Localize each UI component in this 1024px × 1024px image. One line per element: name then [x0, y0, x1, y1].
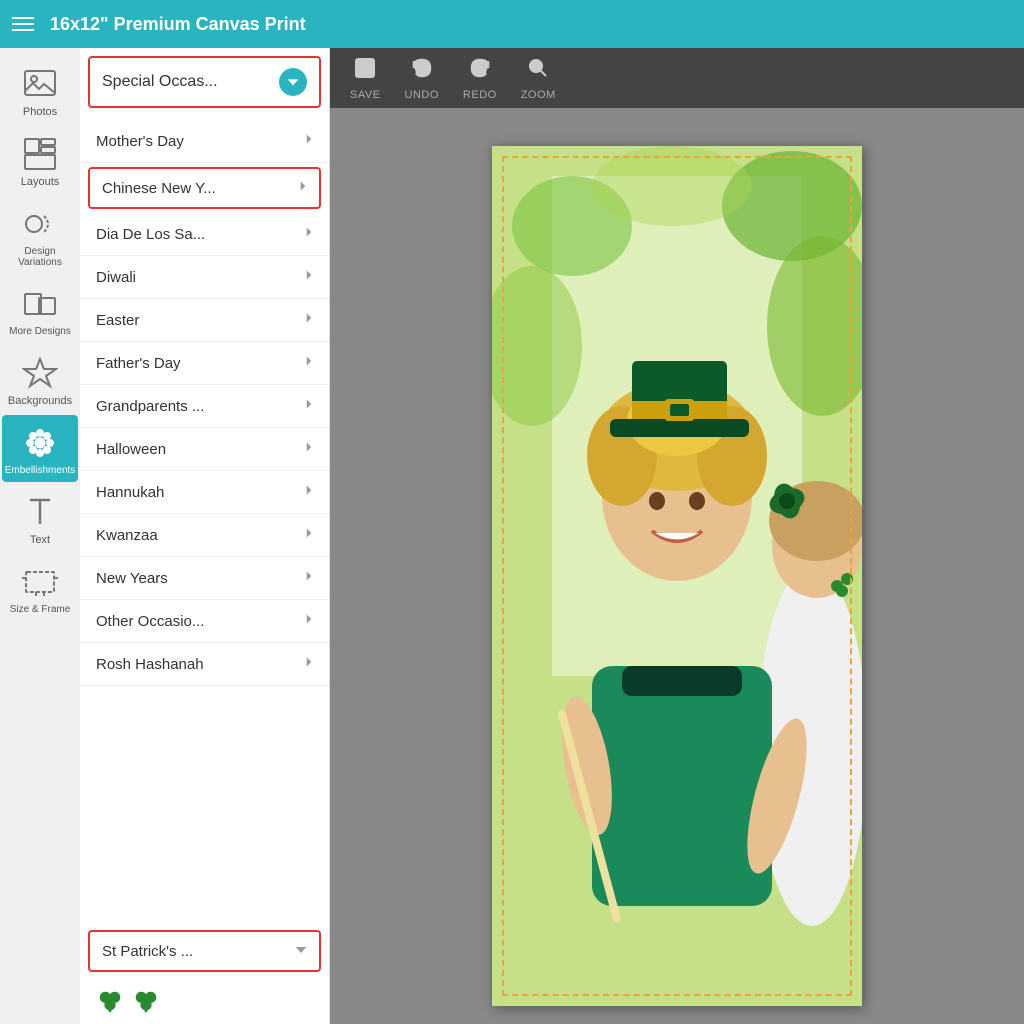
list-item-text: Dia De Los Sa...	[96, 226, 305, 243]
sidebar-item-photos[interactable]: Photos	[2, 56, 78, 124]
chevron-right-icon	[305, 526, 313, 544]
panel-bottom-item[interactable]: St Patrick's ...	[88, 930, 321, 972]
content-area: SAVE UNDO REDO	[330, 48, 1024, 1024]
list-item-other-occasio[interactable]: Other Occasio...	[80, 600, 329, 643]
sidebar-item-design-label: Design Variations	[6, 246, 74, 268]
sidebar-item-layouts-label: Layouts	[21, 176, 60, 188]
chevron-right-icon	[305, 354, 313, 372]
sidebar-item-design-variations[interactable]: Design Variations	[2, 196, 78, 274]
undo-button[interactable]: UNDO	[405, 56, 439, 101]
topbar: 16x12" Premium Canvas Print	[0, 0, 1024, 48]
category-panel: Special Occas... Mother's Day Chinese Ne…	[80, 48, 330, 1024]
chevron-right-icon	[305, 655, 313, 673]
chevron-right-icon	[305, 268, 313, 286]
chevron-right-icon	[305, 569, 313, 587]
chevron-right-icon	[305, 483, 313, 501]
list-item-text: Mother's Day	[96, 133, 305, 150]
embellishments-icon	[22, 425, 58, 461]
chevron-right-icon	[299, 179, 307, 197]
sidebar-item-size-frame[interactable]: Size & Frame	[2, 554, 78, 621]
list-item-fathers-day[interactable]: Father's Day	[80, 342, 329, 385]
design-icon	[22, 206, 58, 242]
zoom-icon	[526, 56, 550, 85]
sidebar-item-embellishments[interactable]: Embellishments	[2, 415, 78, 482]
chevron-right-icon	[305, 311, 313, 329]
shamrock-icon	[96, 988, 124, 1016]
list-item-halloween[interactable]: Halloween	[80, 428, 329, 471]
chevron-right-icon	[305, 225, 313, 243]
list-item-kwanzaa[interactable]: Kwanzaa	[80, 514, 329, 557]
sidebar-item-layouts[interactable]: Layouts	[2, 126, 78, 194]
sidebar-icons: Photos Layouts Design Variations	[0, 48, 80, 1024]
sidebar-item-photos-label: Photos	[23, 106, 57, 118]
more-designs-icon	[22, 286, 58, 322]
page-title: 16x12" Premium Canvas Print	[50, 14, 306, 35]
main-layout: Photos Layouts Design Variations	[0, 48, 1024, 1024]
list-item-mothers-day[interactable]: Mother's Day	[80, 120, 329, 163]
sidebar-item-embellishments-label: Embellishments	[5, 465, 76, 476]
list-item-text: New Years	[96, 570, 305, 587]
list-item-text: Easter	[96, 312, 305, 329]
list-item-new-years[interactable]: New Years	[80, 557, 329, 600]
zoom-label: ZOOM	[521, 89, 556, 101]
sidebar-item-more-designs[interactable]: More Designs	[2, 276, 78, 343]
undo-icon	[410, 56, 434, 85]
panel-bottom-text: St Patrick's ...	[102, 943, 295, 960]
panel-list: Mother's Day Chinese New Y... Dia De Los…	[80, 116, 329, 922]
chevron-right-icon	[305, 397, 313, 415]
redo-button[interactable]: REDO	[463, 56, 497, 101]
zoom-button[interactable]: ZOOM	[521, 56, 556, 101]
canvas-area	[330, 108, 1024, 1024]
toolbar: SAVE UNDO REDO	[330, 48, 1024, 108]
layouts-icon	[22, 136, 58, 172]
list-item-text: Kwanzaa	[96, 527, 305, 544]
background-svg	[492, 146, 862, 1006]
redo-label: REDO	[463, 89, 497, 101]
list-item-text: Other Occasio...	[96, 613, 305, 630]
save-label: SAVE	[350, 89, 381, 101]
chevron-right-icon	[305, 132, 313, 150]
list-item-text: Halloween	[96, 441, 305, 458]
hamburger-menu[interactable]	[12, 17, 34, 31]
sidebar-item-text-label: Text	[30, 534, 50, 546]
list-item-text: Grandparents ...	[96, 398, 305, 415]
list-item-diwali[interactable]: Diwali	[80, 256, 329, 299]
photo-icon	[22, 66, 58, 102]
list-item-dia-de-los[interactable]: Dia De Los Sa...	[80, 213, 329, 256]
list-item-text: Father's Day	[96, 355, 305, 372]
chevron-right-icon	[305, 612, 313, 630]
redo-icon	[468, 56, 492, 85]
size-frame-icon	[22, 564, 58, 600]
shamrock-icon-2	[132, 988, 160, 1016]
save-icon	[353, 56, 377, 85]
list-item-grandparents[interactable]: Grandparents ...	[80, 385, 329, 428]
list-item-hannukah[interactable]: Hannukah	[80, 471, 329, 514]
chevron-right-icon	[305, 440, 313, 458]
save-button[interactable]: SAVE	[350, 56, 381, 101]
list-item-rosh-hashanah[interactable]: Rosh Hashanah	[80, 643, 329, 686]
sidebar-item-text[interactable]: Text	[2, 484, 78, 552]
kids-photo	[492, 146, 862, 1006]
bottom-decoration	[80, 980, 329, 1024]
sidebar-item-backgrounds-label: Backgrounds	[8, 395, 72, 407]
list-item-text: Rosh Hashanah	[96, 656, 305, 673]
backgrounds-icon	[22, 355, 58, 391]
text-icon	[22, 494, 58, 530]
undo-label: UNDO	[405, 89, 439, 101]
panel-header[interactable]: Special Occas...	[88, 56, 321, 108]
panel-header-text: Special Occas...	[102, 73, 279, 91]
sidebar-item-backgrounds[interactable]: Backgrounds	[2, 345, 78, 413]
photo-canvas	[492, 146, 862, 1006]
panel-header-chevron	[279, 68, 307, 96]
sidebar-item-more-designs-label: More Designs	[9, 326, 71, 337]
list-item-easter[interactable]: Easter	[80, 299, 329, 342]
list-item-text: Hannukah	[96, 484, 305, 501]
list-item-text: Diwali	[96, 269, 305, 286]
list-item-text: Chinese New Y...	[102, 180, 299, 197]
list-item-chinese-new-year[interactable]: Chinese New Y...	[88, 167, 321, 209]
chevron-down-icon	[295, 942, 307, 960]
sidebar-item-size-frame-label: Size & Frame	[10, 604, 71, 615]
